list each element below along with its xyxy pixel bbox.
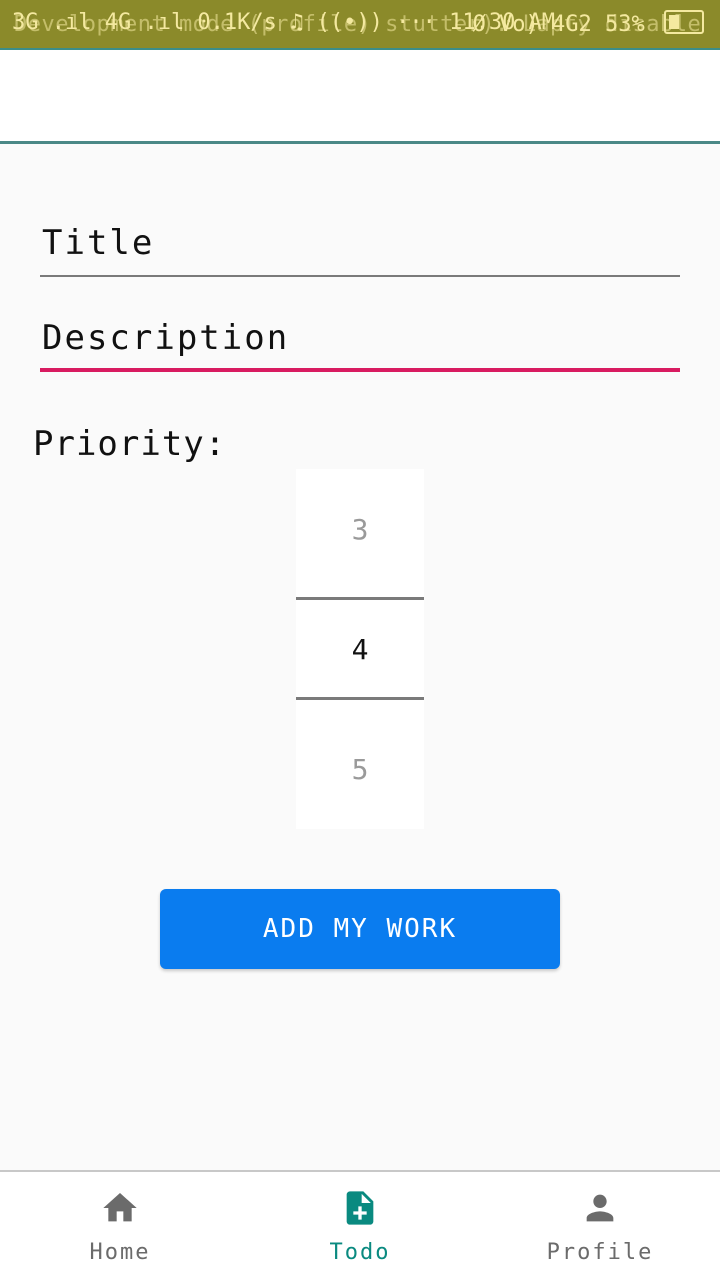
priority-picker[interactable]: 3 4 5 bbox=[296, 469, 424, 829]
title-field-label: Title bbox=[42, 223, 155, 263]
nav-item-home[interactable]: Home bbox=[0, 1172, 240, 1282]
title-field-underline bbox=[40, 275, 680, 277]
picker-item-below[interactable]: 5 bbox=[296, 709, 424, 829]
picker-item-above[interactable]: 3 bbox=[296, 469, 424, 589]
note-add-icon bbox=[346, 1191, 374, 1225]
status-bar-right: Ø Vo) 4G2 53% bbox=[473, 10, 704, 37]
add-my-work-button[interactable]: ADD MY WORK bbox=[160, 889, 560, 969]
nav-item-profile[interactable]: Profile bbox=[480, 1172, 720, 1282]
title-field[interactable]: Title bbox=[40, 197, 680, 277]
nav-item-todo[interactable]: Todo bbox=[240, 1172, 480, 1282]
priority-label: Priority: bbox=[33, 424, 227, 464]
app-bar bbox=[0, 48, 720, 144]
person-icon bbox=[586, 1194, 614, 1222]
home-icon bbox=[103, 1193, 137, 1222]
nav-label-home: Home bbox=[89, 1240, 151, 1265]
bottom-navigation: Home Todo Profile bbox=[0, 1170, 720, 1282]
status-bar-right-text: Ø Vo) 4G2 53% bbox=[472, 12, 645, 37]
description-field-underline bbox=[40, 368, 680, 372]
description-field[interactable]: Description bbox=[40, 292, 680, 372]
nav-label-profile: Profile bbox=[546, 1240, 654, 1265]
picker-item-selected[interactable]: 4 bbox=[296, 589, 424, 709]
battery-icon bbox=[664, 10, 704, 34]
description-field-label: Description bbox=[42, 318, 290, 358]
status-bar: 3G .ıl 4G .ıl 0.1K/s ♫ ((•)) ··· 11:30 A… bbox=[0, 0, 720, 48]
nav-label-todo: Todo bbox=[329, 1240, 391, 1265]
picker-divider-bottom bbox=[296, 697, 424, 700]
